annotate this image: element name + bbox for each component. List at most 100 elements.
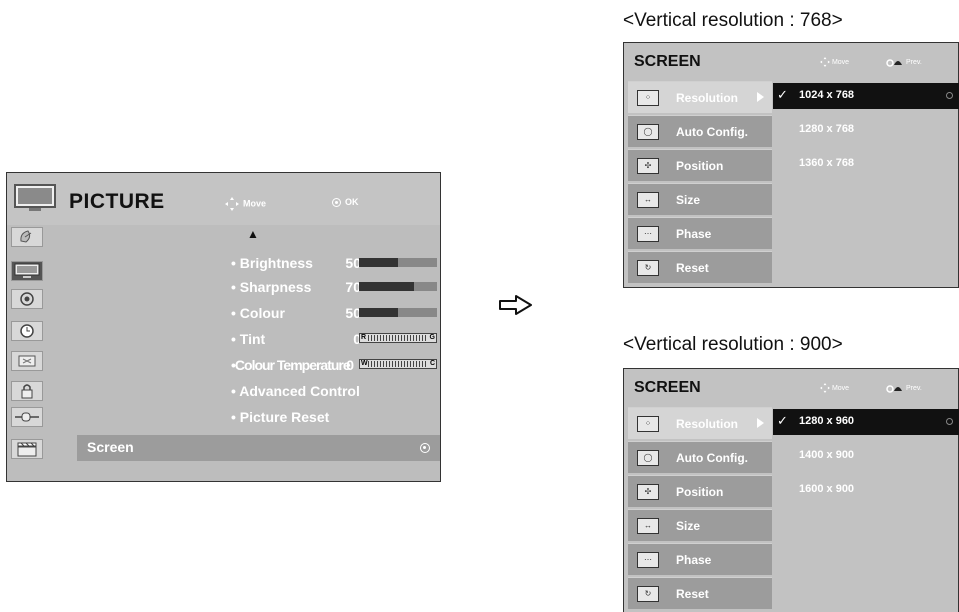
position-item[interactable]: ✣ Position xyxy=(628,475,772,507)
reset-item[interactable]: ↻ Reset xyxy=(628,251,772,283)
colour-bar[interactable] xyxy=(359,308,437,317)
resolution-item[interactable]: ⁘ Resolution xyxy=(628,407,772,439)
auto-config-item[interactable]: ◯ Auto Config. xyxy=(628,115,772,147)
colour-temperature-left-label: W xyxy=(361,360,368,367)
tint-value: 0 xyxy=(353,331,361,347)
position-label: Position xyxy=(676,159,724,173)
speaker-icon[interactable] xyxy=(11,289,43,309)
resolution-icon: ⁘ xyxy=(637,90,659,106)
colour-bar-fill xyxy=(359,308,398,317)
prev-hint-label: Prev. xyxy=(905,58,922,66)
colour-value: 50 xyxy=(345,305,361,321)
advanced-control-item[interactable]: • Advanced Control xyxy=(231,383,360,399)
check-icon: ✓ xyxy=(777,413,788,428)
prev-hint: Prev. xyxy=(886,383,922,393)
picture-reset-item[interactable]: • Picture Reset xyxy=(231,409,329,425)
right-arrow-icon xyxy=(499,295,532,315)
resolution-option[interactable]: 1400 x 900 xyxy=(773,443,959,469)
sharpness-item[interactable]: • Sharpness 70 xyxy=(231,279,437,295)
picture-tv-icon[interactable] xyxy=(11,261,43,281)
colour-temperature-item[interactable]: •Colour Temperature 0 W C xyxy=(231,357,437,373)
lock-icon[interactable] xyxy=(11,381,43,401)
position-icon: ✣ xyxy=(637,158,659,174)
screen-item-label: Screen xyxy=(87,439,134,455)
resolution-option[interactable]: 1600 x 900 xyxy=(773,477,959,503)
ok-hint-label: OK xyxy=(345,197,359,207)
satellite-dish-icon[interactable] xyxy=(11,227,43,247)
scroll-up-arrow[interactable]: ▲ xyxy=(247,227,259,241)
ok-hint: OK xyxy=(332,197,359,208)
size-item[interactable]: ↔ Size xyxy=(628,183,772,215)
auto-config-icon: ◯ xyxy=(637,450,659,466)
prev-hint: Prev. xyxy=(886,57,922,67)
phase-item[interactable]: ⋯ Phase xyxy=(628,217,772,249)
move-hint: Move xyxy=(820,383,849,393)
size-label: Size xyxy=(676,519,701,533)
position-icon: ✣ xyxy=(637,484,659,500)
tint-item[interactable]: • Tint 0 R G xyxy=(231,331,437,347)
resolution-item[interactable]: ⁘ Resolution xyxy=(628,81,772,113)
move-hint: Move xyxy=(225,197,266,211)
ok-icon xyxy=(420,443,430,453)
input-plug-icon[interactable] xyxy=(11,407,43,427)
resolution-option-label: 1280 x 768 xyxy=(799,123,855,135)
resolution-label: Resolution xyxy=(676,91,738,105)
colour-temperature-ticks xyxy=(368,361,428,367)
move-hint-label: Move xyxy=(831,58,850,66)
screen-menu-900: SCREEN Move Prev. ⁘ Resolution ◯ Auto Co… xyxy=(623,368,959,612)
phase-label: Phase xyxy=(676,553,712,567)
reset-item[interactable]: ↻ Reset xyxy=(628,577,772,609)
size-icon: ↔ xyxy=(637,518,659,534)
submenu-arrow-icon xyxy=(757,418,764,428)
option-icon[interactable] xyxy=(11,351,43,371)
brightness-bar-fill xyxy=(359,258,398,267)
resolution-icon: ⁘ xyxy=(637,416,659,432)
back-icon xyxy=(886,59,902,67)
size-label: Size xyxy=(676,193,701,207)
position-label: Position xyxy=(676,485,724,499)
colour-temperature-bar[interactable]: W C xyxy=(359,359,437,369)
brightness-bar[interactable] xyxy=(359,258,437,267)
picture-sidebar xyxy=(7,225,77,481)
tint-balance-bar[interactable]: R G xyxy=(359,333,437,343)
clapper-icon[interactable] xyxy=(11,439,43,459)
clock-icon[interactable] xyxy=(11,321,43,341)
size-icon: ↔ xyxy=(637,192,659,208)
colour-label: • Colour xyxy=(231,305,285,321)
auto-config-label: Auto Config. xyxy=(676,451,748,465)
caption-768: <Vertical resolution : 768> xyxy=(623,10,843,31)
resolution-option-label: 1024 x 768 xyxy=(799,89,855,101)
colour-item[interactable]: • Colour 50 xyxy=(231,305,437,321)
tint-label: • Tint xyxy=(231,331,266,347)
resolution-option[interactable]: ✓ 1024 x 768 xyxy=(773,83,959,109)
reset-label: Reset xyxy=(676,587,709,601)
ok-icon xyxy=(332,198,341,208)
position-item[interactable]: ✣ Position xyxy=(628,149,772,181)
tv-icon xyxy=(14,184,56,211)
phase-item[interactable]: ⋯ Phase xyxy=(628,543,772,575)
phase-label: Phase xyxy=(676,227,712,241)
advanced-control-label: • Advanced Control xyxy=(231,383,360,399)
move-icon xyxy=(225,197,239,211)
resolution-label: Resolution xyxy=(676,417,738,431)
move-hint-label: Move xyxy=(243,198,267,209)
move-hint-label: Move xyxy=(831,384,850,392)
screen-item[interactable]: Screen xyxy=(77,435,440,461)
resolution-option[interactable]: 1280 x 768 xyxy=(773,117,959,143)
resolution-option-label: 1280 x 960 xyxy=(799,415,855,427)
size-item[interactable]: ↔ Size xyxy=(628,509,772,541)
sharpness-bar[interactable] xyxy=(359,282,437,291)
brightness-item[interactable]: • Brightness 50 xyxy=(231,255,437,271)
resolution-option[interactable]: 1360 x 768 xyxy=(773,151,959,177)
submenu-arrow-icon xyxy=(757,92,764,102)
phase-icon: ⋯ xyxy=(637,226,659,242)
check-icon: ✓ xyxy=(777,87,788,102)
reset-icon: ↻ xyxy=(637,586,659,602)
resolution-option[interactable]: ✓ 1280 x 960 xyxy=(773,409,959,435)
colour-temperature-right-label: C xyxy=(429,360,435,367)
back-icon xyxy=(886,385,902,393)
caption-900: <Vertical resolution : 900> xyxy=(623,334,843,355)
auto-config-item[interactable]: ◯ Auto Config. xyxy=(628,441,772,473)
tint-ticks xyxy=(368,335,428,341)
move-hint: Move xyxy=(820,57,849,67)
